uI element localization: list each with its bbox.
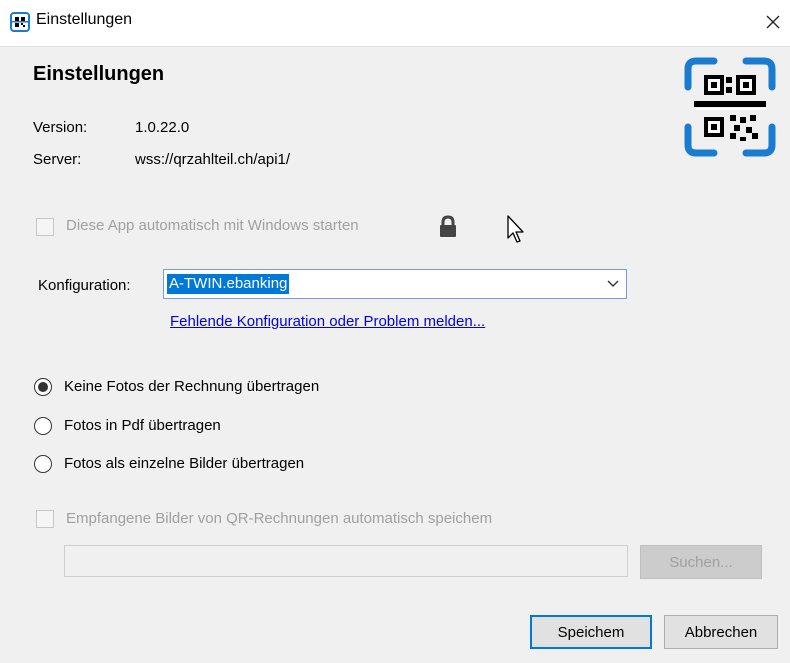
radio-photos-images[interactable] [34, 455, 52, 473]
autostart-label: Diese App automatisch mit Windows starte… [66, 217, 359, 234]
close-icon [766, 15, 780, 29]
version-value: 1.0.22.0 [135, 119, 190, 136]
config-label: Konfiguration: [38, 277, 131, 294]
search-button[interactable]: Suchen... [640, 545, 762, 579]
title-bar: Einstellungen [0, 0, 790, 46]
report-problem-link[interactable]: Fehlende Konfiguration oder Problem meld… [170, 313, 485, 330]
save-images-checkbox[interactable] [36, 510, 54, 528]
save-button[interactable]: Speichem [530, 615, 652, 649]
config-selected-value: A-TWIN.ebanking [167, 274, 290, 294]
settings-panel: Einstellungen Version: 1.0.22.0 Server: … [0, 46, 790, 663]
mouse-cursor-icon [507, 215, 524, 243]
autostart-checkbox[interactable] [36, 218, 54, 236]
save-images-label: Empfangene Bilder von QR-Rechnungen auto… [66, 510, 493, 527]
chevron-down-icon [607, 280, 619, 287]
radio-photos-images-label: Fotos als einzelne Bilder übertragen [64, 455, 305, 472]
qr-logo-icon [684, 57, 776, 157]
save-path-input[interactable] [64, 545, 628, 577]
app-qr-icon [10, 12, 30, 32]
cancel-button[interactable]: Abbrechen [664, 615, 778, 649]
radio-photos-pdf-label: Fotos in Pdf übertragen [64, 417, 221, 434]
version-label: Version: [33, 119, 88, 136]
lock-icon [440, 215, 456, 237]
config-select[interactable]: A-TWIN.ebanking [163, 269, 627, 299]
page-title: Einstellungen [33, 63, 165, 85]
radio-photos-pdf[interactable] [34, 417, 52, 435]
close-button[interactable] [758, 4, 788, 40]
radio-no-photos[interactable] [34, 378, 52, 396]
radio-selected-dot [38, 382, 48, 392]
server-value: wss://qrzahlteil.ch/api1/ [135, 151, 291, 168]
window-title: Einstellungen [36, 11, 133, 28]
server-label: Server: [33, 151, 82, 168]
radio-no-photos-label: Keine Fotos der Rechnung übertragen [64, 378, 320, 395]
